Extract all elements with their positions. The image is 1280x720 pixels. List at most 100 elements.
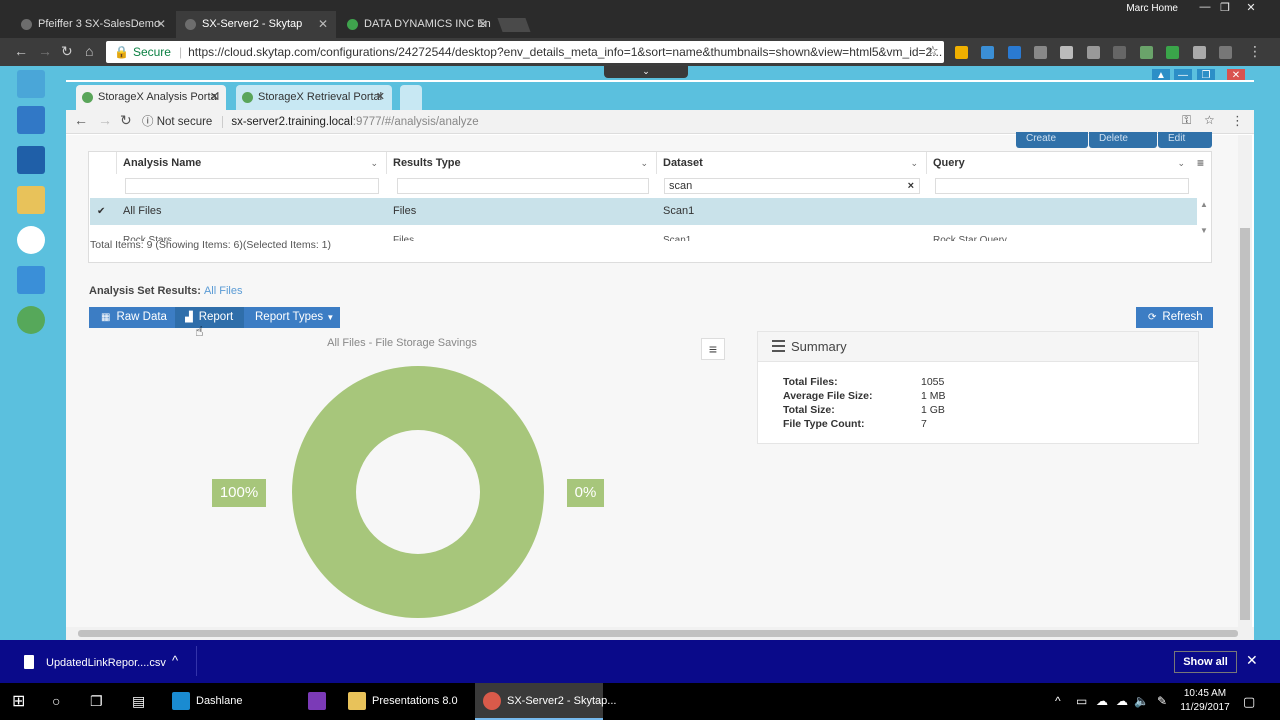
filter-dataset[interactable]: scan × [664,178,920,194]
inner-tab-retrieval-portal[interactable]: StorageX Retrieval Portal ✕ [236,85,392,110]
hamburger-menu-icon[interactable]: ≡ [701,338,725,360]
back-arrow-icon[interactable]: ← [14,43,28,59]
column-header-dataset[interactable]: Dataset ⌄ [657,152,927,174]
download-item[interactable]: UpdatedLinkRepor....csv [46,657,166,669]
reload-icon[interactable]: ↻ [61,43,73,60]
filter-query[interactable] [935,178,1189,194]
column-menu-icon[interactable]: ≡ [1193,152,1211,174]
inner-tab-analysis-portal[interactable]: StorageX Analysis Portal ✕ [76,85,226,110]
file-explorer-icon[interactable]: ▤ [132,683,145,720]
close-icon[interactable]: ✕ [156,11,166,38]
refresh-button[interactable]: ⟳ Refresh [1136,307,1213,328]
raw-data-button[interactable]: ▦ Raw Data [89,307,175,328]
taskbar-item-skytap[interactable]: SX-Server2 - Skytap... [483,683,616,720]
donut-slice-0[interactable] [292,366,544,618]
filter-results-type[interactable] [397,178,649,194]
filter-analysis-name[interactable] [125,178,379,194]
results-link[interactable]: All Files [204,285,243,297]
close-icon[interactable]: ✕ [1246,652,1258,669]
vertical-scrollbar-thumb[interactable] [1240,228,1250,620]
select-all-header[interactable] [89,152,117,174]
bookmark-star-icon[interactable]: ☆ [927,43,939,59]
file-explorer-icon[interactable] [17,186,45,214]
windows-start-icon[interactable] [17,70,45,98]
onenote-icon[interactable] [308,683,332,720]
outer-tab-sx-server2[interactable]: SX-Server2 - Skytap ✕ [176,11,336,38]
chevron-down-icon[interactable]: ⌄ [640,152,648,174]
report-button[interactable]: ▟ Report [175,307,244,328]
extension-icon[interactable] [981,46,994,59]
extension-icon[interactable] [1219,46,1232,59]
clear-filter-icon[interactable]: × [908,179,914,193]
close-icon[interactable]: ✕ [376,85,385,110]
forward-arrow-icon[interactable]: → [98,112,112,128]
outer-tab-pfeiffer[interactable]: Pfeiffer 3 SX-SalesDemo ✕ [12,11,174,38]
collapse-toolbar-chevron-icon[interactable]: ⌄ [604,66,688,78]
minimize-icon[interactable]: — [1194,1,1216,13]
column-header-analysis-name[interactable]: Analysis Name ⌄ [117,152,387,174]
edit-button[interactable]: Edit [1158,132,1212,148]
checkmark-icon[interactable]: ✔ [97,198,105,225]
outer-url-field[interactable]: 🔒 Secure | https://cloud.skytap.com/configu… [106,41,944,63]
menu-icon[interactable]: ⋮ [1231,113,1244,129]
delete-button[interactable]: Delete [1089,132,1157,148]
extension-icon[interactable] [1166,46,1179,59]
task-view-icon[interactable]: ❐ [90,683,103,720]
chrome-icon[interactable] [17,226,45,254]
back-arrow-icon[interactable]: ← [74,112,88,128]
extension-icon[interactable] [1140,46,1153,59]
clock[interactable]: 10:45 AM 11/29/2017 [1176,687,1234,715]
cortana-icon[interactable]: ○ [52,683,60,720]
pen-icon[interactable]: ✎ [1157,694,1167,708]
key-icon[interactable]: ⚿ [1182,113,1191,128]
show-all-button[interactable]: Show all [1174,651,1237,673]
storagex-icon[interactable] [17,306,45,334]
s3-icon[interactable] [17,266,45,294]
extension-icon[interactable] [955,46,968,59]
profile-name[interactable]: Marc Home [1126,3,1178,14]
taskbar-item-presentations[interactable]: Presentations 8.0 [348,683,458,720]
network-icon[interactable]: ▭ [1076,694,1087,708]
extension-icon[interactable] [1193,46,1206,59]
close-window-icon[interactable]: ✕ [1240,1,1262,14]
cast-icon[interactable] [1113,46,1126,59]
new-tab-button[interactable] [400,85,422,110]
powershell-icon[interactable] [17,146,45,174]
new-tab-button[interactable] [497,18,531,32]
close-icon[interactable]: ✕ [318,11,328,38]
extension-icon[interactable] [1060,46,1073,59]
scroll-down-icon[interactable]: ▼ [1200,226,1208,235]
dropbox-icon[interactable] [1087,46,1100,59]
horizontal-scrollbar-thumb[interactable] [78,630,1238,637]
column-header-results-type[interactable]: Results Type ⌄ [387,152,657,174]
maximize-icon[interactable]: ❐ [1214,1,1236,14]
report-types-dropdown[interactable]: Report Types ▼ [244,307,340,328]
extension-icon[interactable] [1008,46,1021,59]
taskbar-item-dashlane[interactable]: Dashlane [172,683,242,720]
home-icon[interactable]: ⌂ [85,43,93,59]
menu-icon[interactable]: ⋮ [1248,43,1262,60]
forward-arrow-icon[interactable]: → [38,43,52,59]
reload-icon[interactable]: ↻ [120,112,132,129]
close-icon[interactable]: ✕ [478,11,488,38]
chevron-down-icon[interactable]: ⌄ [910,152,918,174]
column-header-query[interactable]: Query ⌄ [927,152,1193,174]
create-button[interactable]: Create [1016,132,1088,148]
chevron-up-icon[interactable]: ^ [172,653,178,668]
windows-start-icon[interactable]: ⊞ [12,683,25,720]
cloud-icon[interactable]: ☁ [1116,694,1128,708]
chevron-down-icon[interactable]: ⌄ [370,152,378,174]
scroll-up-icon[interactable]: ▲ [1200,200,1208,209]
onedrive-icon[interactable]: ☁ [1096,694,1108,708]
server-manager-icon[interactable] [17,106,45,134]
table-row[interactable]: ✔ All Files Files Scan1 [90,198,1197,225]
close-icon[interactable]: ✕ [210,85,219,110]
chevron-down-icon[interactable]: ⌄ [1177,152,1185,174]
volume-icon[interactable]: 🔈 [1134,694,1149,708]
extension-icon[interactable] [1034,46,1047,59]
chevron-up-icon[interactable]: ^ [1055,694,1061,708]
inner-url-field[interactable]: ⓘ Not secure sx-server2.training.local:97… [142,111,479,133]
notification-icon[interactable]: ▢ [1243,694,1255,710]
outer-tab-data-dynamics[interactable]: DATA DYNAMICS INC En ✕ [338,11,496,38]
bookmark-star-icon[interactable]: ☆ [1204,113,1215,127]
